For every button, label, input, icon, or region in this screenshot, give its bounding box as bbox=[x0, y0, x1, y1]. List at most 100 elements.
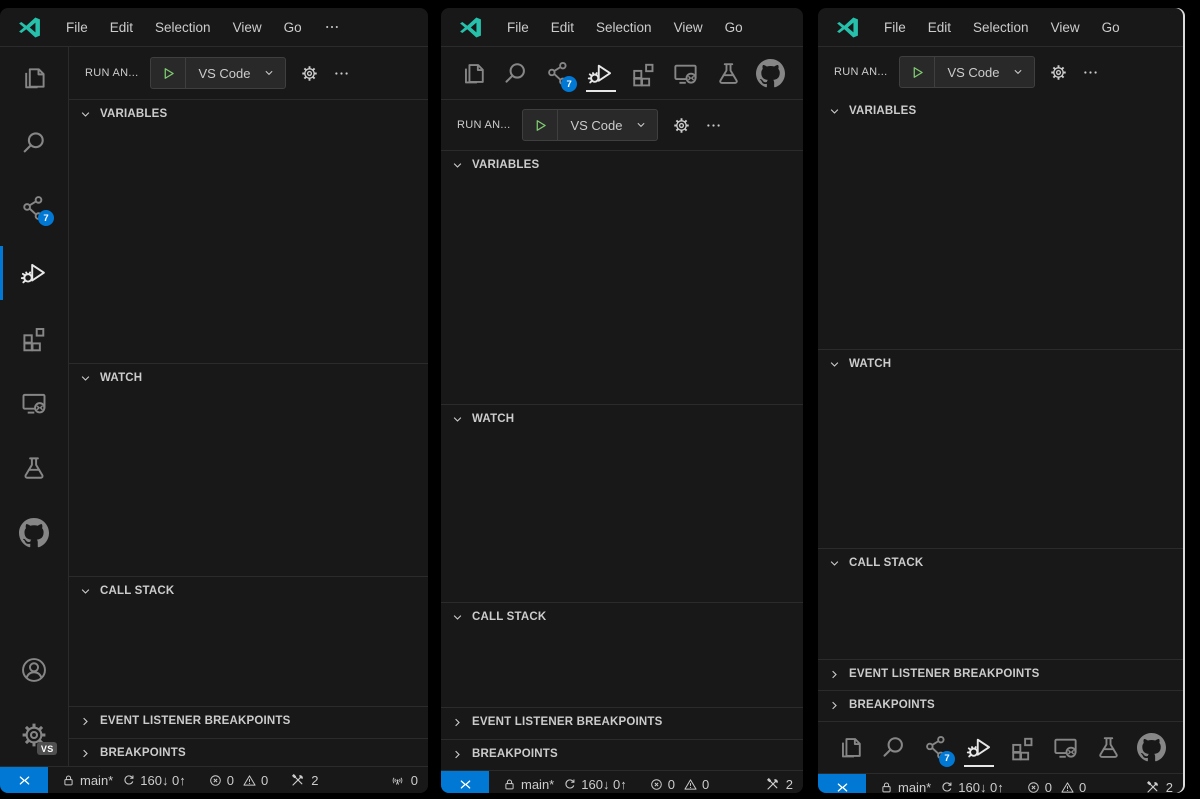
search-icon[interactable] bbox=[498, 53, 534, 93]
section-header[interactable]: WATCH bbox=[441, 405, 803, 433]
section-header[interactable]: EVENT LISTENER BREAKPOINTS bbox=[818, 660, 1183, 688]
sync-status[interactable]: 160↓ 0↑ bbox=[939, 780, 1004, 794]
vscode-window-right: File Edit Selection View Go RUN AN... VS… bbox=[818, 8, 1183, 793]
menu-go[interactable]: Go bbox=[1091, 20, 1131, 35]
branch-status[interactable]: main* bbox=[61, 773, 113, 788]
section-header[interactable]: CALL STACK bbox=[69, 577, 428, 605]
start-debug-icon[interactable] bbox=[900, 57, 935, 87]
debug-config-dropdown[interactable]: VS Code bbox=[899, 56, 1035, 88]
section-header[interactable]: BREAKPOINTS bbox=[69, 739, 428, 767]
account-icon[interactable] bbox=[15, 651, 53, 689]
menu-go[interactable]: Go bbox=[714, 20, 754, 35]
remote-explorer-icon[interactable] bbox=[15, 384, 53, 422]
menu-go[interactable]: Go bbox=[273, 20, 313, 35]
section-header[interactable]: BREAKPOINTS bbox=[818, 691, 1183, 719]
debug-config-dropdown[interactable]: VS Code bbox=[150, 57, 286, 89]
views-more-icon[interactable] bbox=[1082, 64, 1099, 81]
menu-view[interactable]: View bbox=[1040, 20, 1091, 35]
status-bar: main* 160↓ 0↑ 0 0 2 0 bbox=[0, 766, 428, 793]
section-header[interactable]: WATCH bbox=[69, 364, 428, 392]
section-label: EVENT LISTENER BREAKPOINTS bbox=[849, 668, 1040, 680]
remote-indicator[interactable] bbox=[441, 771, 489, 793]
chevron-down-icon bbox=[262, 66, 285, 80]
chevron-down-icon bbox=[450, 610, 465, 625]
views-more-icon[interactable] bbox=[333, 65, 350, 82]
tools-status[interactable]: 2 bbox=[765, 777, 793, 792]
sync-status[interactable]: 160↓ 0↑ bbox=[121, 773, 186, 788]
section-variables: VARIABLES bbox=[818, 97, 1183, 349]
extensions-icon[interactable] bbox=[1004, 728, 1040, 768]
problems-status[interactable]: 0 0 bbox=[649, 777, 709, 792]
sync-status[interactable]: 160↓ 0↑ bbox=[562, 777, 627, 792]
testing-icon[interactable] bbox=[15, 449, 53, 487]
menu-selection[interactable]: Selection bbox=[585, 20, 663, 35]
configure-gear-icon[interactable] bbox=[300, 64, 319, 83]
section-header[interactable]: CALL STACK bbox=[441, 603, 803, 631]
sync-count: 160↓ 0↑ bbox=[581, 777, 627, 792]
section-call-stack: CALL STACK bbox=[69, 576, 428, 706]
remote-indicator[interactable] bbox=[0, 767, 48, 793]
tools-status[interactable]: 2 bbox=[290, 773, 318, 788]
menu-view[interactable]: View bbox=[222, 20, 273, 35]
source-control-icon[interactable]: 7 bbox=[918, 728, 954, 768]
run-and-debug-icon[interactable] bbox=[583, 53, 619, 93]
explorer-icon[interactable] bbox=[832, 728, 868, 768]
search-icon[interactable] bbox=[875, 728, 911, 768]
problems-status[interactable]: 0 0 bbox=[208, 773, 268, 788]
menu-edit[interactable]: Edit bbox=[917, 20, 962, 35]
section-header[interactable]: WATCH bbox=[818, 350, 1183, 378]
github-icon[interactable] bbox=[15, 514, 53, 552]
source-control-icon[interactable]: 7 bbox=[540, 53, 576, 93]
section-header[interactable]: VARIABLES bbox=[441, 151, 803, 179]
menu-more-icon[interactable] bbox=[313, 19, 351, 35]
section-header[interactable]: EVENT LISTENER BREAKPOINTS bbox=[69, 707, 428, 735]
section-header[interactable]: BREAKPOINTS bbox=[441, 740, 803, 768]
menu-file[interactable]: File bbox=[496, 20, 540, 35]
branch-status[interactable]: main* bbox=[879, 780, 931, 794]
settings-gear-icon[interactable]: VS bbox=[15, 716, 53, 754]
ports-status[interactable]: 0 bbox=[390, 773, 418, 788]
start-debug-icon[interactable] bbox=[151, 58, 186, 88]
broadcast-icon bbox=[390, 773, 405, 788]
menu-view[interactable]: View bbox=[663, 20, 714, 35]
remote-explorer-icon[interactable] bbox=[1047, 728, 1083, 768]
menu-edit[interactable]: Edit bbox=[540, 20, 585, 35]
run-and-debug-icon[interactable] bbox=[15, 254, 53, 292]
remote-indicator[interactable] bbox=[818, 774, 866, 793]
debug-config-dropdown[interactable]: VS Code bbox=[522, 109, 658, 141]
extensions-icon[interactable] bbox=[15, 319, 53, 357]
tools-status[interactable]: 2 bbox=[1145, 780, 1173, 794]
branch-status[interactable]: main* bbox=[502, 777, 554, 792]
remote-explorer-icon[interactable] bbox=[668, 53, 704, 93]
explorer-icon[interactable] bbox=[455, 53, 491, 93]
views-more-icon[interactable] bbox=[705, 117, 722, 134]
debug-config-name: VS Code bbox=[558, 118, 634, 133]
run-and-debug-icon[interactable] bbox=[961, 728, 997, 768]
search-icon[interactable] bbox=[15, 124, 53, 162]
section-call-stack: CALL STACK bbox=[441, 602, 803, 707]
section-label: BREAKPOINTS bbox=[472, 748, 558, 760]
section-label: CALL STACK bbox=[849, 557, 923, 569]
section-header[interactable]: CALL STACK bbox=[818, 549, 1183, 577]
menu-edit[interactable]: Edit bbox=[99, 20, 144, 35]
testing-icon[interactable] bbox=[710, 53, 746, 93]
problems-status[interactable]: 0 0 bbox=[1026, 780, 1086, 794]
menu-file[interactable]: File bbox=[873, 20, 917, 35]
extensions-icon[interactable] bbox=[625, 53, 661, 93]
configure-gear-icon[interactable] bbox=[1049, 63, 1068, 82]
menu-selection[interactable]: Selection bbox=[962, 20, 1040, 35]
section-variables: VARIABLES bbox=[69, 99, 428, 363]
configure-gear-icon[interactable] bbox=[672, 116, 691, 135]
explorer-icon[interactable] bbox=[15, 59, 53, 97]
section-header[interactable]: EVENT LISTENER BREAKPOINTS bbox=[441, 708, 803, 736]
menu-selection[interactable]: Selection bbox=[144, 20, 222, 35]
source-control-icon[interactable]: 7 bbox=[15, 189, 53, 227]
menu-file[interactable]: File bbox=[55, 20, 99, 35]
testing-icon[interactable] bbox=[1090, 728, 1126, 768]
start-debug-icon[interactable] bbox=[523, 110, 558, 140]
github-icon[interactable] bbox=[1133, 728, 1169, 768]
section-header[interactable]: VARIABLES bbox=[818, 97, 1183, 125]
section-header[interactable]: VARIABLES bbox=[69, 100, 428, 128]
title-bar: File Edit Selection View Go bbox=[818, 8, 1183, 47]
github-icon[interactable] bbox=[753, 53, 789, 93]
